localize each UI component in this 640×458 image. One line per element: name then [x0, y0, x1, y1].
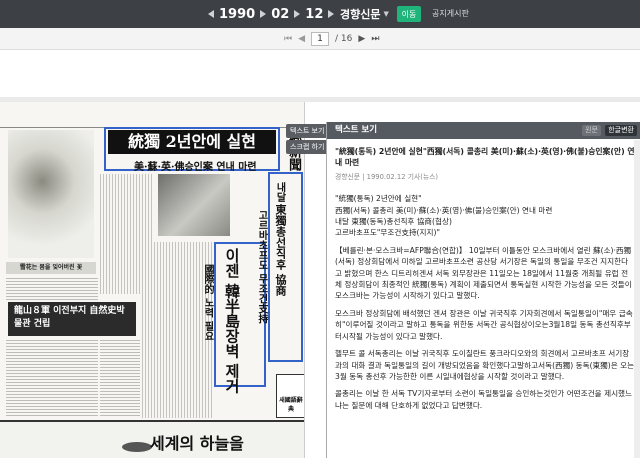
article-title: "統獨(통독) 2년안에 실현"西獨(서독) 콜총리 美(미)·蘇(소)·英(영… [335, 147, 635, 168]
article-paragraph: 콜총리는 이날 한 서독 TV기자로부터 소련이 독일통일을 승인하는것인가 어… [335, 389, 633, 410]
notice-board-link[interactable]: 공지게시판 [432, 8, 469, 19]
year-value[interactable]: 1990 [218, 7, 256, 22]
article-meta: 경향신문 | 1990.02.12 기사(뉴스) [335, 172, 439, 181]
next-page-icon[interactable]: ▶ [358, 34, 365, 44]
top-toolbar: 1990 02 12 경향신문 ▼ 이동 공지게시판 [0, 0, 640, 28]
day-value[interactable]: 12 [304, 7, 324, 22]
move-button[interactable]: 이동 [397, 6, 421, 22]
text-column [100, 340, 140, 418]
viewer-margin [0, 51, 640, 97]
article-paragraph: 모스크바 정상회담에 배석했던 겐셔 장관은 이날 귀국직후 기자회견에서 독일… [335, 308, 633, 341]
newspaper-select[interactable]: 경향신문 ▼ [340, 6, 389, 22]
panel-title: 텍스트 보기 [335, 125, 378, 135]
panel-header: 텍스트 보기 원문 한글변환 [327, 122, 640, 139]
pager-bar: ⏮ ◀ 1 / 16 ▶ ⏭ [0, 28, 640, 50]
panel-scrollbar[interactable] [634, 140, 640, 458]
airline-ad-text: 세계의 하늘을 [150, 434, 244, 453]
vertical-right-headline: 東獨총선직후 協商 [274, 204, 287, 296]
article-paragraph: 【베를린·본·모스크바=AFP聯合(연합)】 10일부터 이틀동안 모스크바에서… [335, 245, 632, 301]
text-column [6, 340, 98, 418]
leaders-photo [158, 174, 230, 236]
next-day-icon[interactable] [328, 10, 335, 18]
main-headline: 統獨 2년안에 실현 [108, 130, 276, 154]
page-input[interactable]: 1 [311, 32, 330, 46]
article-line: 내달 東獨(동독)총선직후 協商(협상) [335, 217, 452, 227]
airplane-icon [122, 442, 152, 452]
newspaper-label: 경향신문 [340, 8, 381, 21]
newspaper-scan[interactable]: 雪花는 봄을 잊어버린 꽃 統獨 2년안에 실현 美·蘇·英·佛승인案 연내 마… [0, 102, 305, 458]
first-page-icon[interactable]: ⏮ [284, 34, 292, 44]
prev-page-icon[interactable]: ◀ [298, 34, 305, 44]
sub-headline: 美·蘇·英·佛승인案 연내 마련 [134, 162, 257, 173]
vertical-right-lead: 내달 [274, 182, 285, 202]
page-total: / 16 [335, 34, 353, 44]
next-year-icon[interactable] [260, 10, 267, 18]
last-page-icon[interactable]: ⏭ [371, 34, 379, 44]
text-view-panel: 텍스트 보기 원문 한글변환 "統獨(통독) 2년안에 실현"西獨(서독) 콜총… [326, 122, 640, 458]
text-view-tab[interactable]: 텍스트 보기 [286, 124, 326, 138]
month-value[interactable]: 02 [270, 7, 290, 22]
vertical-side-headline: 國際的 노력 필요 [202, 264, 213, 341]
next-month-icon[interactable] [294, 10, 301, 18]
scrap-tab[interactable]: 스크랩 하기 [286, 140, 326, 154]
chevron-down-icon: ▼ [383, 10, 389, 18]
flower-photo [8, 130, 94, 258]
pager: ⏮ ◀ 1 / 16 ▶ ⏭ [284, 31, 379, 47]
flower-caption: 雪花는 봄을 잊어버린 꽃 [6, 262, 96, 274]
prev-year-icon[interactable] [208, 10, 214, 18]
hangul-convert-button[interactable]: 한글변환 [605, 125, 637, 136]
article-body: "統獨(통독) 2년안에 실현"西獨(서독) 콜총리 美(미)·蘇(소)·英(영… [335, 146, 635, 417]
article-paragraph: 헬무트 콜 서독총리는 이날 귀국직후 도이칠란트 풍크라디오와의 회견에서 고… [335, 349, 635, 381]
article-line: "統獨(통독) 2년안에 실현" [335, 194, 422, 204]
dark-headline-strip: 龍山８軍 이전부지 自然史박물관 건립 [8, 302, 136, 336]
original-button[interactable]: 원문 [582, 125, 601, 136]
article-line: 西獨(서독) 콜총리 美(미)·蘇(소)·英(영)·佛(불)승인案(안) 연내 … [335, 205, 553, 215]
vertical-right-subheadline: 고르바초프도 무조건支持 [256, 210, 267, 324]
dictionary-ad: 새國語辭典 [276, 374, 304, 418]
date-navigator: 1990 02 12 [208, 0, 335, 28]
text-column [6, 278, 98, 300]
article-line: 고르바초프도"무조건支持(지지)" [335, 228, 440, 238]
vertical-main-headline: 이젠 韓半島장벽 제거 [223, 248, 241, 394]
